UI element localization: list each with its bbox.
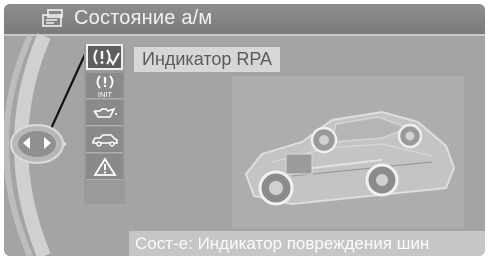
car-illustration [232,76,464,228]
right-arrow-icon [44,137,51,149]
menu-item-tire-pressure-warning[interactable] [86,44,123,70]
warning-triangle-icon [92,156,117,176]
menu-item-oil[interactable] [86,100,123,126]
car-icon [91,133,118,147]
tire-pressure-init-icon: INIT [96,74,113,98]
menu-item-car[interactable] [86,127,123,153]
controller-knob[interactable] [10,124,64,164]
left-arrow-icon [23,137,30,149]
status-bar: Сост-е: Индикатор повреждения шин [129,231,485,256]
selected-item-label: Индикатор RPA [134,47,281,72]
menu-item-warning[interactable] [86,154,123,180]
menu-item-tire-pressure-init[interactable]: INIT [86,73,123,99]
oil-can-icon [92,107,117,118]
svg-text:INIT: INIT [97,90,112,98]
tire-pressure-warning-icon [93,49,120,67]
idrive-screen: Состояние а/м INIT Индикатор RPA Сост-е:… [4,4,485,256]
